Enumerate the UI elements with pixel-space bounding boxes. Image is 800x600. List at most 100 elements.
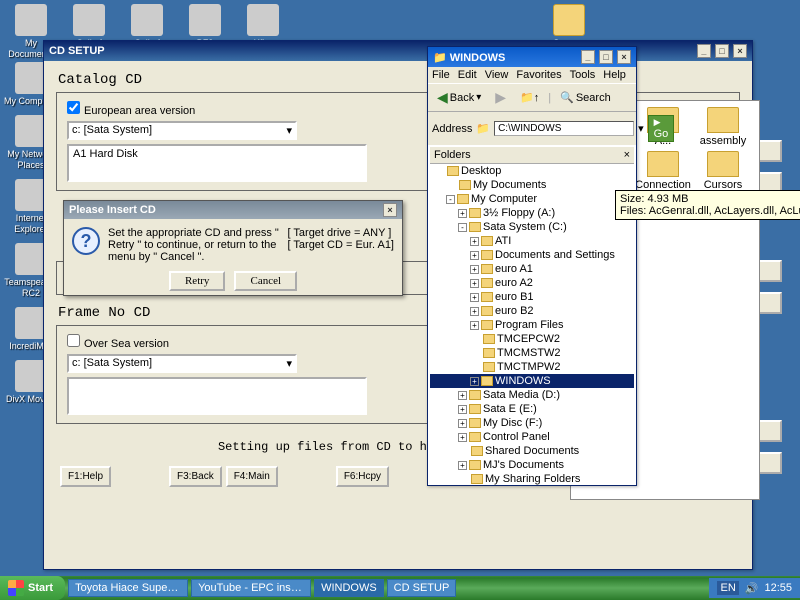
tree-item[interactable]: +3½ Floppy (A:) — [430, 206, 634, 220]
tree-expand-icon[interactable]: + — [470, 321, 479, 330]
folder-icon — [469, 390, 481, 400]
up-button[interactable]: 📁↑ — [515, 89, 544, 106]
tree-expand-icon[interactable]: + — [458, 433, 467, 442]
tree-item[interactable]: -My Computer — [430, 192, 634, 206]
tree-expand-icon[interactable]: + — [470, 293, 479, 302]
f4-button[interactable]: F4:Main — [226, 466, 278, 487]
explorer-minimize-button[interactable]: _ — [581, 50, 595, 64]
address-dropdown[interactable]: ▾ — [638, 122, 644, 135]
tree-item[interactable]: Desktop — [430, 164, 634, 178]
cancel-button[interactable]: Cancel — [234, 271, 297, 291]
tree-expand-icon[interactable]: + — [470, 251, 479, 260]
address-input[interactable] — [494, 121, 634, 136]
tree-close-button[interactable]: × — [624, 149, 630, 161]
tree-item[interactable]: TMCEPCW2 — [430, 332, 634, 346]
forward-button[interactable]: ▶ — [490, 87, 511, 108]
app-icon — [189, 4, 221, 36]
tree-expand-icon[interactable]: + — [458, 419, 467, 428]
tree-item[interactable]: My Sharing Folders — [430, 472, 634, 485]
f3-button[interactable]: F3:Back — [169, 466, 222, 487]
explorer-close-button[interactable]: × — [617, 50, 631, 64]
menu-help[interactable]: Help — [603, 69, 626, 81]
tree-item[interactable]: +euro A2 — [430, 276, 634, 290]
explorer-menubar: File Edit View Favorites Tools Help — [428, 67, 636, 83]
folder-item[interactable]: assembly — [695, 105, 751, 147]
tree-expand-icon[interactable]: + — [458, 461, 467, 470]
tree-item[interactable]: +Sata E (E:) — [430, 402, 634, 416]
folder-icon — [481, 264, 493, 274]
folder-icon — [707, 151, 739, 177]
msgbox-close-button[interactable]: × — [383, 203, 397, 217]
menu-favorites[interactable]: Favorites — [516, 69, 561, 81]
chevron-down-icon: ▾ — [286, 357, 292, 370]
tree-item[interactable]: TMCMSTW2 — [430, 346, 634, 360]
tree-item[interactable]: +My Disc (F:) — [430, 416, 634, 430]
menu-tools[interactable]: Tools — [570, 69, 596, 81]
start-button[interactable]: Start — [0, 576, 65, 600]
tree-item[interactable]: +euro A1 — [430, 262, 634, 276]
msgbox-titlebar[interactable]: Please Insert CD × — [64, 201, 402, 219]
menu-file[interactable]: File — [432, 69, 450, 81]
folder-icon — [707, 107, 739, 133]
tree-item[interactable]: +ATI — [430, 234, 634, 248]
tree-expand-icon[interactable]: + — [470, 377, 479, 386]
tree-expand-icon[interactable]: + — [458, 405, 467, 414]
tree-item[interactable]: +WINDOWS — [430, 374, 634, 388]
frameno-disk-list[interactable] — [67, 377, 367, 415]
catalog-drive-combo[interactable]: c: [Sata System]▾ — [67, 121, 297, 140]
go-button[interactable]: ▶ Go — [648, 115, 675, 142]
tree-expand-icon[interactable]: - — [458, 223, 467, 232]
menu-edit[interactable]: Edit — [458, 69, 477, 81]
folder-tree[interactable]: Folders × DesktopMy Documents-My Compute… — [428, 145, 636, 485]
retry-button[interactable]: Retry — [169, 271, 225, 291]
taskbar-task[interactable]: YouTube - EPC install up... — [191, 579, 311, 597]
tree-item[interactable]: +Documents and Settings — [430, 248, 634, 262]
folder-icon — [469, 432, 481, 442]
folder-icon — [459, 180, 471, 190]
explorer-maximize-button[interactable]: □ — [599, 50, 613, 64]
taskbar-task[interactable]: CD SETUP — [387, 579, 457, 597]
tree-item[interactable]: +MJ's Documents — [430, 458, 634, 472]
tree-expand-icon[interactable]: + — [470, 279, 479, 288]
maximize-button[interactable]: □ — [715, 44, 729, 58]
explorer-titlebar[interactable]: 📁 WINDOWS _ □ × — [428, 47, 636, 67]
tree-item[interactable]: +Control Panel — [430, 430, 634, 444]
tree-expand-icon[interactable]: - — [446, 195, 455, 204]
tree-item[interactable]: +Program Files — [430, 318, 634, 332]
tree-expand-icon[interactable]: + — [470, 307, 479, 316]
cdsetup-titlebar[interactable]: CD SETUP _ □ × — [44, 41, 752, 61]
taskbar-task[interactable]: Toyota Hiace Super Cust... — [68, 579, 188, 597]
search-button[interactable]: 🔍Search — [555, 89, 616, 106]
tree-item[interactable]: TMCTMPW2 — [430, 360, 634, 374]
tree-expand-icon[interactable]: + — [458, 209, 467, 218]
european-checkbox[interactable]: European area version — [67, 105, 195, 117]
question-icon: ? — [72, 227, 100, 255]
minimize-button[interactable]: _ — [697, 44, 711, 58]
frameno-drive-combo[interactable]: c: [Sata System]▾ — [67, 354, 297, 373]
tree-item[interactable]: +euro B2 — [430, 304, 634, 318]
tree-item[interactable]: -Sata System (C:) — [430, 220, 634, 234]
tree-expand-icon[interactable]: + — [470, 265, 479, 274]
tray-icon[interactable]: 🔊 — [745, 582, 759, 595]
back-button[interactable]: ◀Back ▾ — [432, 87, 486, 108]
f6-button[interactable]: F6:Hcpy — [336, 466, 389, 487]
clock[interactable]: 12:55 — [764, 582, 792, 594]
tree-item[interactable]: +Sata Media (D:) — [430, 388, 634, 402]
folders-header: Folders × — [430, 147, 634, 164]
forward-arrow-icon: ▶ — [495, 89, 506, 106]
taskbar: Start Toyota Hiace Super Cust...YouTube … — [0, 576, 800, 600]
system-tray[interactable]: EN 🔊 12:55 — [709, 578, 800, 598]
tree-item[interactable]: Shared Documents — [430, 444, 634, 458]
folder-icon — [647, 151, 679, 177]
f1-button[interactable]: F1:Help — [60, 466, 111, 487]
tree-expand-icon[interactable]: + — [458, 391, 467, 400]
oversea-checkbox[interactable]: Over Sea version — [67, 338, 169, 350]
catalog-disk-list[interactable]: A1 Hard Disk — [67, 144, 367, 182]
tree-item[interactable]: +euro B1 — [430, 290, 634, 304]
taskbar-task[interactable]: WINDOWS — [314, 579, 384, 597]
close-button[interactable]: × — [733, 44, 747, 58]
lang-indicator[interactable]: EN — [717, 581, 738, 595]
menu-view[interactable]: View — [485, 69, 509, 81]
tree-expand-icon[interactable]: + — [470, 237, 479, 246]
tree-item[interactable]: My Documents — [430, 178, 634, 192]
